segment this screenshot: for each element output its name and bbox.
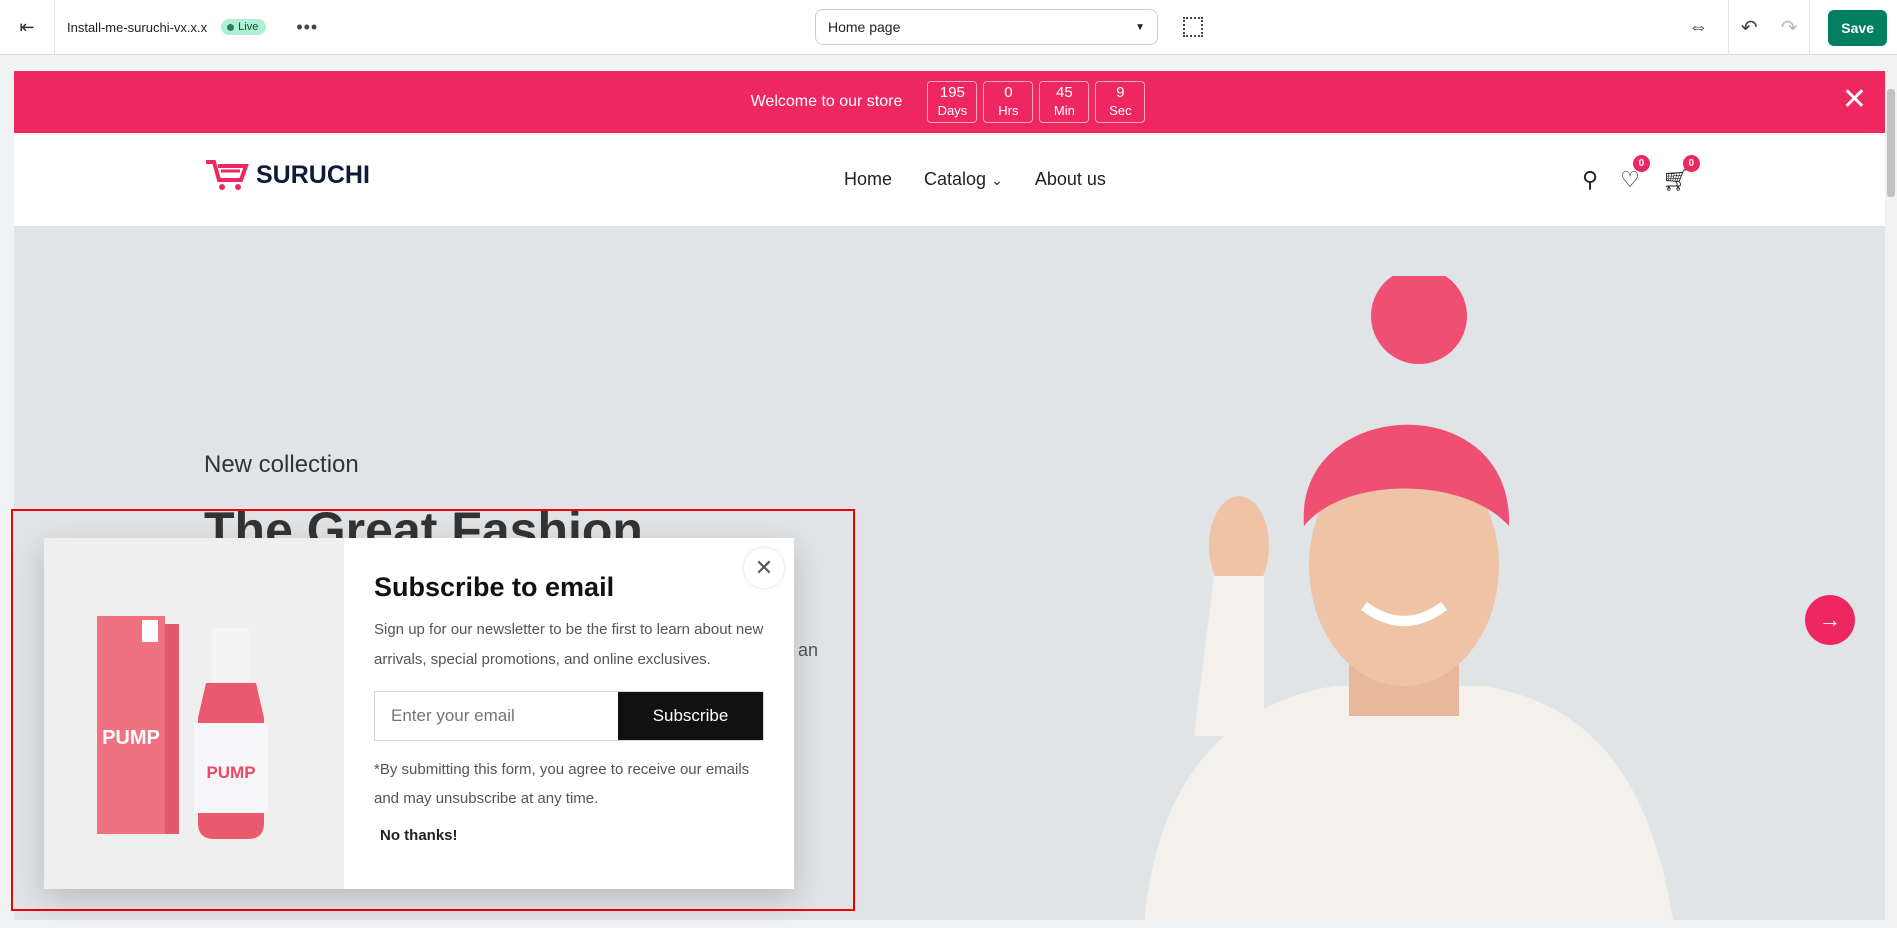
live-badge: Live xyxy=(221,19,267,35)
main-nav: Home Catalog ⌄ About us xyxy=(844,169,1106,190)
site-header: SURUCHI Home Catalog ⌄ About us ⚲ ♡ 0 🛒︎ 0 xyxy=(14,133,1885,226)
subscribe-button[interactable]: Subscribe xyxy=(618,692,763,740)
nav-about[interactable]: About us xyxy=(1035,169,1106,190)
scrollbar[interactable] xyxy=(1885,71,1897,928)
popup-title: Subscribe to email xyxy=(374,572,615,602)
countdown-seconds: 9 Sec xyxy=(1095,81,1146,123)
no-thanks-link[interactable]: No thanks! xyxy=(380,827,458,844)
email-input[interactable] xyxy=(375,692,618,740)
hero-subtitle: New collection xyxy=(204,451,359,478)
live-label: Live xyxy=(238,21,259,33)
product-image: PUMP PUMP xyxy=(44,538,344,889)
countdown-value: 195 xyxy=(939,84,965,101)
next-slide-button[interactable]: → xyxy=(1805,595,1855,645)
wishlist-count: 0 xyxy=(1632,155,1650,172)
chevron-down-icon: ⌄ xyxy=(991,172,1003,188)
inspector-icon[interactable] xyxy=(1183,17,1203,37)
popup-description: Sign up for our newsletter to be the fir… xyxy=(374,621,764,668)
box-label: PUMP xyxy=(102,727,160,749)
nav-catalog-label: Catalog xyxy=(924,169,987,189)
redo-icon[interactable]: ↷ xyxy=(1769,15,1809,40)
exit-icon[interactable]: ⇤ xyxy=(0,0,55,55)
page-select[interactable]: Home page ▼ xyxy=(815,9,1158,45)
undo-icon[interactable]: ↶ xyxy=(1729,15,1769,40)
viewport-toggle-icon[interactable]: ⇔ xyxy=(1678,16,1718,39)
countdown-hours: 0 Hrs xyxy=(983,81,1034,123)
countdown-unit: Sec xyxy=(1109,103,1132,118)
logo-text: SURUCHI xyxy=(256,160,370,189)
bottle-label: PUMP xyxy=(206,763,255,782)
countdown-unit: Min xyxy=(1053,103,1075,118)
countdown-value: 9 xyxy=(1116,84,1125,101)
cart-count: 0 xyxy=(1682,155,1700,172)
wishlist-icon[interactable]: ♡ 0 xyxy=(1620,155,1650,193)
editor-toolbar: ⇤ Install-me-suruchi-vx.x.x Live ••• Hom… xyxy=(0,0,1897,55)
newsletter-popup: PUMP PUMP ✕ Subscribe to email Sign up f… xyxy=(44,538,794,889)
theme-name: Install-me-suruchi-vx.x.x xyxy=(67,19,208,35)
countdown-days: 195 Days xyxy=(927,81,978,123)
logo[interactable]: SURUCHI xyxy=(204,159,370,191)
close-icon[interactable]: ✕ xyxy=(1842,85,1867,115)
nav-home[interactable]: Home xyxy=(844,169,892,190)
more-actions-button[interactable]: ••• xyxy=(296,17,318,38)
nav-catalog[interactable]: Catalog ⌄ xyxy=(924,169,1003,190)
cart-icon[interactable]: 🛒︎ 0 xyxy=(1662,155,1700,193)
announcement-text: Welcome to our store xyxy=(750,93,903,110)
page-select-value: Home page xyxy=(828,19,901,35)
chevron-down-icon: ▼ xyxy=(1135,21,1145,33)
countdown-unit: Days xyxy=(937,103,968,118)
product-illustration: PUMP PUMP xyxy=(97,616,268,839)
legal-text: *By submitting this form, you agree to r… xyxy=(374,761,750,807)
subscribe-form: Subscribe xyxy=(374,691,764,741)
countdown-value: 0 xyxy=(1004,84,1013,101)
announcement-bar: Welcome to our store 195 Days 0 Hrs 45 Min … xyxy=(14,71,1885,133)
countdown-minutes: 45 Min xyxy=(1039,81,1090,123)
popup-close-button[interactable]: ✕ xyxy=(744,548,784,588)
countdown-value: 45 xyxy=(1056,84,1073,101)
cart-logo-icon xyxy=(206,160,249,190)
countdown-unit: Hrs xyxy=(998,103,1019,118)
search-icon[interactable]: ⚲ xyxy=(1582,167,1598,193)
hero-model-image xyxy=(1144,276,1673,920)
save-button[interactable]: Save xyxy=(1828,9,1887,46)
